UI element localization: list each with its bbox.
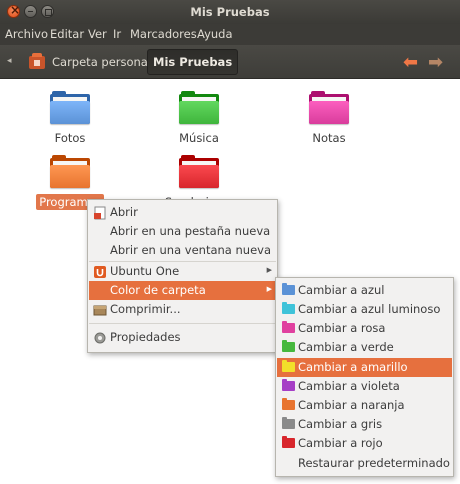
- color-option-rosa[interactable]: Cambiar a rosa: [277, 319, 452, 338]
- window-title: Mis Pruebas: [190, 5, 270, 19]
- menu-item-label: Ubuntu One: [110, 264, 180, 278]
- folder-swatch-icon: [282, 436, 295, 448]
- crumb-home[interactable]: Carpeta personal: [23, 50, 157, 74]
- folder-swatch-icon: [282, 398, 295, 410]
- menu-item-label: Color de carpeta: [110, 283, 206, 297]
- menu-item-comprimir[interactable]: Comprimir...: [89, 300, 276, 319]
- folder-icon: [179, 155, 219, 188]
- folder-swatch-icon: [282, 283, 295, 295]
- folder-swatch-icon: [282, 360, 295, 372]
- folder-swatch-icon: [282, 321, 295, 333]
- folder-icon: [309, 91, 349, 124]
- back-arrow-icon[interactable]: ⬅: [403, 52, 418, 73]
- menu-archivo[interactable]: Archivo: [5, 27, 48, 41]
- color-option-label: Restaurar predeterminado: [298, 456, 450, 470]
- file-label: Fotos: [54, 131, 86, 145]
- color-option-label: Cambiar a azul: [298, 283, 385, 297]
- ubuntu-one-icon: [93, 265, 107, 279]
- color-option-label: Cambiar a naranja: [298, 398, 405, 412]
- folder-swatch-icon: [282, 379, 295, 391]
- file-item-fotos[interactable]: Fotos: [30, 91, 110, 146]
- folder-color-submenu: Cambiar a azul Cambiar a azul luminoso C…: [275, 277, 454, 477]
- color-option-label: Cambiar a verde: [298, 340, 394, 354]
- color-option-naranja[interactable]: Cambiar a naranja: [277, 396, 452, 415]
- folder-swatch-icon: [282, 417, 295, 429]
- menu-item-ubuntu-one[interactable]: Ubuntu One ▶: [89, 262, 276, 281]
- menu-bar: Archivo Editar Ver Ir Marcadores Ayuda: [0, 24, 460, 45]
- menu-ir[interactable]: Ir: [113, 27, 121, 41]
- menu-item-label: Propiedades: [110, 330, 181, 344]
- context-menu: Abrir Abrir en una pestaña nueva Abrir e…: [87, 199, 278, 353]
- file-label: Música: [179, 131, 219, 145]
- crumb-current-label: Mis Pruebas: [153, 55, 233, 69]
- color-option-label: Cambiar a rosa: [298, 321, 386, 335]
- menu-item-abrir[interactable]: Abrir: [89, 203, 276, 222]
- open-icon: [93, 206, 107, 220]
- color-option-violeta[interactable]: Cambiar a violeta: [277, 377, 452, 396]
- color-option-label: Cambiar a gris: [298, 417, 383, 431]
- menu-item-open-new-tab[interactable]: Abrir en una pestaña nueva: [89, 222, 276, 241]
- menu-editar[interactable]: Editar: [50, 27, 84, 41]
- menu-ayuda[interactable]: Ayuda: [197, 27, 233, 41]
- color-option-label: Cambiar a rojo: [298, 436, 383, 450]
- menu-item-open-new-window[interactable]: Abrir en una ventana nueva: [89, 241, 276, 260]
- color-option-rojo[interactable]: Cambiar a rojo: [277, 434, 452, 453]
- properties-icon: [93, 331, 107, 345]
- file-item-notas[interactable]: Notas: [289, 91, 369, 146]
- color-option-verde[interactable]: Cambiar a verde: [277, 338, 452, 357]
- menu-item-label: Abrir en una pestaña nueva: [110, 224, 271, 238]
- folder-icon: [179, 91, 219, 124]
- menu-item-label: Abrir: [110, 205, 138, 219]
- folder-swatch-icon: [282, 302, 295, 314]
- menu-separator: [89, 323, 276, 324]
- submenu-arrow-icon: ▶: [266, 285, 272, 293]
- folder-swatch-icon: [282, 340, 295, 352]
- title-bar: Mis Pruebas: [0, 0, 460, 24]
- crumb-home-label: Carpeta personal: [52, 55, 152, 69]
- file-label: Notas: [312, 131, 346, 145]
- color-option-label: Cambiar a azul luminoso: [298, 302, 441, 316]
- folder-icon: [50, 91, 90, 124]
- menu-item-label: Comprimir...: [110, 302, 181, 316]
- color-option-amarillo[interactable]: Cambiar a amarillo: [277, 358, 452, 377]
- menu-item-label: Abrir en una ventana nueva: [110, 243, 271, 257]
- color-option-gris[interactable]: Cambiar a gris: [277, 415, 452, 434]
- submenu-arrow-icon: ▶: [266, 266, 272, 274]
- file-item-musica[interactable]: Música: [159, 91, 239, 146]
- path-scroll-left-icon[interactable]: ◂: [7, 56, 12, 66]
- home-folder-icon: [29, 52, 45, 69]
- color-option-restaurar[interactable]: Restaurar predeterminado: [277, 454, 452, 473]
- color-option-label: Cambiar a violeta: [298, 379, 400, 393]
- color-option-azul-luminoso[interactable]: Cambiar a azul luminoso: [277, 300, 452, 319]
- menu-marcadores[interactable]: Marcadores: [130, 27, 197, 41]
- folder-icon: [50, 155, 90, 188]
- archive-icon: [93, 303, 107, 317]
- forward-arrow-icon[interactable]: ➡: [428, 52, 443, 73]
- color-option-azul[interactable]: Cambiar a azul: [277, 281, 452, 300]
- path-bar: ◂ Carpeta personal Mis Pruebas ⬅ ➡: [0, 45, 460, 79]
- menu-item-propiedades[interactable]: Propiedades: [89, 328, 276, 347]
- crumb-current[interactable]: Mis Pruebas: [147, 49, 239, 75]
- menu-ver[interactable]: Ver: [88, 27, 107, 41]
- menu-item-folder-color[interactable]: Color de carpeta ▶: [89, 281, 276, 300]
- color-option-label: Cambiar a amarillo: [298, 360, 408, 374]
